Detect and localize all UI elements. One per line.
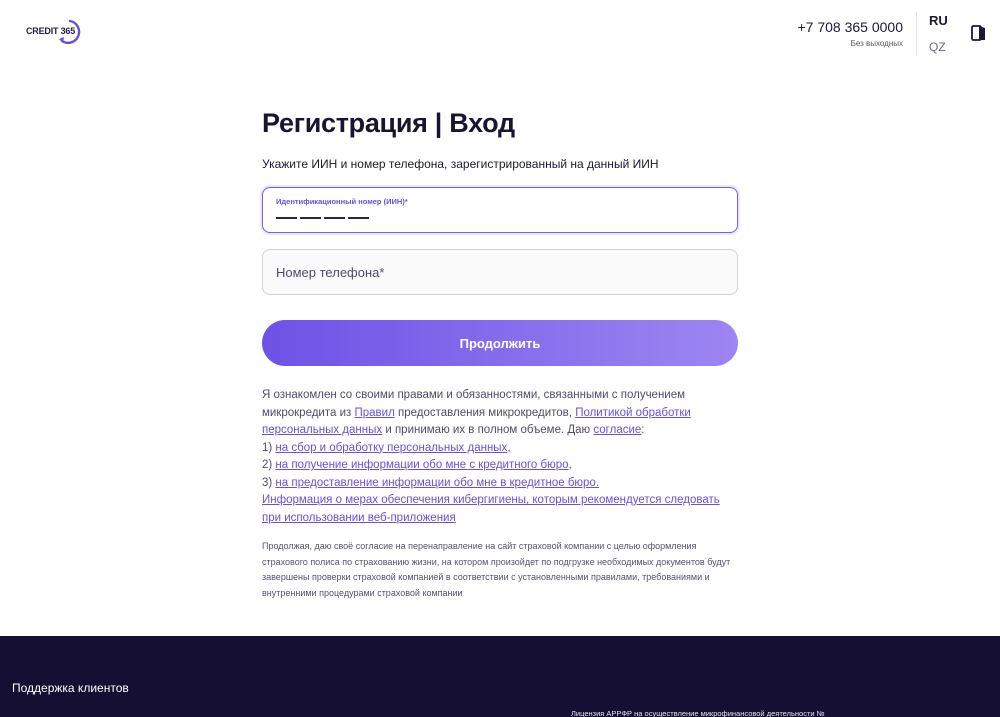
iin-mask-segment: [276, 217, 297, 219]
logo-text: CREDIT 365: [26, 26, 76, 36]
header: CREDIT 365 +7 708 365 0000 Без выходных …: [0, 0, 1000, 64]
lang-divider: [916, 12, 917, 56]
consent-text-part: :: [641, 424, 645, 436]
login-door-icon[interactable]: [970, 24, 988, 42]
personal-data-consent-link[interactable]: на сбор и обработку персональных данных: [275, 442, 507, 454]
iin-mask-segment: [324, 217, 345, 219]
phone-input[interactable]: [263, 250, 737, 294]
consent-item-2: 2) на получение информации обо мне с кре…: [262, 459, 572, 471]
insurance-notice: Продолжая, даю своё согласие на перенапр…: [262, 541, 731, 598]
consent-item-1: 1) на сбор и обработку персональных данн…: [262, 441, 511, 454]
consent-link[interactable]: согласие: [593, 424, 641, 436]
auth-form: Регистрация | Вход Укажите ИИН и номер т…: [262, 108, 738, 601]
consent-text-part: предоставления микрокредитов,: [394, 406, 576, 419]
iin-field[interactable]: Идентификационный номер (ИИН)*: [262, 187, 738, 233]
phone-field[interactable]: [262, 249, 738, 295]
consent-item-cyber: Информация о мерах обеспечения кибергиги…: [262, 492, 738, 527]
credit-bureau-provide-link[interactable]: на предоставление информации обо мне в к…: [275, 477, 599, 489]
consent-item-3: 3) на предоставление информации обо мне …: [262, 476, 600, 489]
page: CREDIT 365 +7 708 365 0000 Без выходных …: [0, 0, 1000, 717]
footer-support-title: Поддержка клиентов: [12, 681, 129, 695]
iin-label: Идентификационный номер (ИИН)*: [276, 197, 408, 206]
page-subtitle: Укажите ИИН и номер телефона, зарегистри…: [262, 157, 659, 171]
header-phone[interactable]: +7 708 365 0000 Без выходных: [798, 19, 904, 48]
consent-text-part: и принимаю их в полном объеме. Даю: [382, 424, 594, 436]
credit-bureau-receive-link[interactable]: на получение информации обо мне с кредит…: [275, 459, 568, 471]
logo[interactable]: CREDIT 365: [26, 16, 84, 46]
phone-hours: Без выходных: [850, 39, 903, 48]
footer: Поддержка клиентов Лицензия АРРФР на осу…: [0, 636, 1000, 717]
lang-ru-button[interactable]: RU: [929, 13, 948, 28]
consent-text: Я ознакомлен со своими правами и обязанн…: [262, 387, 738, 527]
iin-mask: [276, 217, 369, 219]
cyber-hygiene-link[interactable]: Информация о мерах обеспечения кибергиги…: [262, 494, 720, 524]
page-title: Регистрация | Вход: [262, 108, 515, 138]
iin-mask-segment: [348, 217, 369, 219]
rules-link[interactable]: Правил: [354, 407, 394, 419]
footer-license: Лицензия АРРФР на осуществление микрофин…: [571, 709, 825, 717]
lang-qz-button[interactable]: QZ: [929, 40, 946, 54]
continue-button[interactable]: Продолжить: [262, 320, 738, 366]
phone-number[interactable]: +7 708 365 0000: [798, 19, 904, 35]
iin-mask-segment: [300, 217, 321, 219]
